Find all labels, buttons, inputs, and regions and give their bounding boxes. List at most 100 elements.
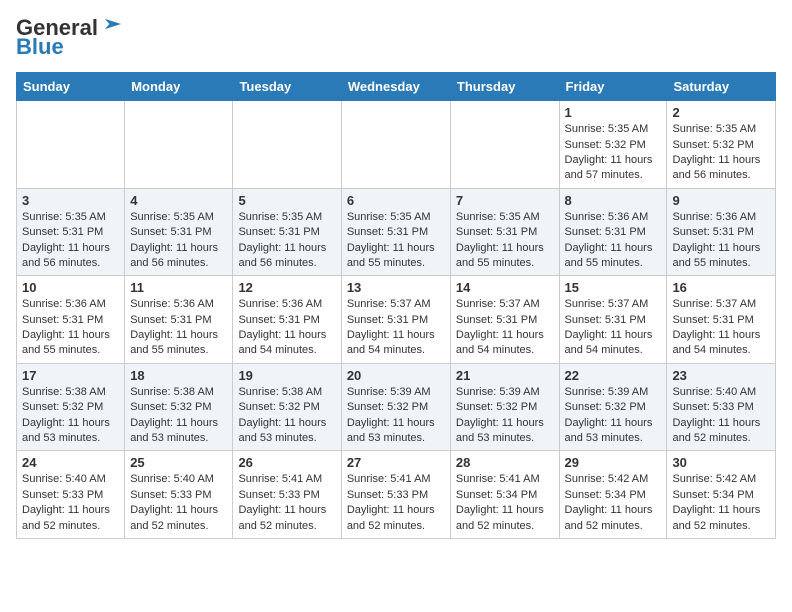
- calendar-cell: 28 Sunrise: 5:41 AM Sunset: 5:34 PM Dayli…: [450, 451, 559, 539]
- calendar-cell: 29Sunrise: 5:42 AM Sunset: 5:34 PM Dayli…: [559, 451, 667, 539]
- calendar-cell: 1 Sunrise: 5:35 AM Sunset: 5:32 PM Daylig…: [559, 101, 667, 189]
- day-number: 15: [565, 280, 662, 295]
- day-number: 5: [238, 193, 335, 208]
- day-number: 23: [672, 368, 770, 383]
- day-number: 13: [347, 280, 445, 295]
- weekday-header-thursday: Thursday: [450, 73, 559, 101]
- day-info: Sunrise: 5:39 AM Sunset: 5:32 PM Dayligh…: [456, 385, 554, 447]
- day-number: 19: [238, 368, 335, 383]
- weekday-header-tuesday: Tuesday: [233, 73, 341, 101]
- calendar-cell: 27 Sunrise: 5:41 AM Sunset: 5:33 PM Dayli…: [341, 451, 450, 539]
- day-info: Sunrise: 5:36 AM Sunset: 5:31 PM Dayligh…: [130, 297, 227, 359]
- day-number: 6: [347, 193, 445, 208]
- calendar-week-4: 17 Sunrise: 5:38 AM Sunset: 5:32 PM Dayli…: [17, 363, 776, 451]
- calendar-week-5: 24 Sunrise: 5:40 AM Sunset: 5:33 PM Dayli…: [17, 451, 776, 539]
- weekday-header-wednesday: Wednesday: [341, 73, 450, 101]
- day-number: 20: [347, 368, 445, 383]
- calendar-cell: 11 Sunrise: 5:36 AM Sunset: 5:31 PM Dayli…: [125, 276, 233, 364]
- day-info: Sunrise: 5:41 AM Sunset: 5:34 PM Dayligh…: [456, 472, 554, 534]
- calendar-cell: 21 Sunrise: 5:39 AM Sunset: 5:32 PM Dayli…: [450, 363, 559, 451]
- calendar-cell: 26 Sunrise: 5:41 AM Sunset: 5:33 PM Dayli…: [233, 451, 341, 539]
- calendar-cell: [17, 101, 125, 189]
- calendar-cell: [341, 101, 450, 189]
- day-number: 22: [565, 368, 662, 383]
- day-info: Sunrise: 5:37 AM Sunset: 5:31 PM Dayligh…: [565, 297, 662, 359]
- day-info: Sunrise: 5:37 AM Sunset: 5:31 PM Dayligh…: [347, 297, 445, 359]
- day-number: 2: [672, 105, 770, 120]
- day-number: 7: [456, 193, 554, 208]
- day-info: Sunrise: 5:40 AM Sunset: 5:33 PM Dayligh…: [672, 385, 770, 447]
- day-info: Sunrise: 5:39 AM Sunset: 5:32 PM Dayligh…: [347, 385, 445, 447]
- day-number: 30: [672, 455, 770, 470]
- day-info: Sunrise: 5:35 AM Sunset: 5:31 PM Dayligh…: [22, 210, 119, 272]
- day-info: Sunrise: 5:38 AM Sunset: 5:32 PM Dayligh…: [238, 385, 335, 447]
- day-number: 11: [130, 280, 227, 295]
- calendar-cell: 13 Sunrise: 5:37 AM Sunset: 5:31 PM Dayli…: [341, 276, 450, 364]
- day-number: 12: [238, 280, 335, 295]
- calendar-cell: 4 Sunrise: 5:35 AM Sunset: 5:31 PM Daylig…: [125, 188, 233, 276]
- day-info: Sunrise: 5:36 AM Sunset: 5:31 PM Dayligh…: [238, 297, 335, 359]
- day-number: 26: [238, 455, 335, 470]
- day-number: 21: [456, 368, 554, 383]
- calendar-cell: 10 Sunrise: 5:36 AM Sunset: 5:31 PM Dayli…: [17, 276, 125, 364]
- day-info: Sunrise: 5:40 AM Sunset: 5:33 PM Dayligh…: [22, 472, 119, 534]
- day-info: Sunrise: 5:35 AM Sunset: 5:31 PM Dayligh…: [238, 210, 335, 272]
- day-info: Sunrise: 5:42 AM Sunset: 5:34 PM Dayligh…: [672, 472, 770, 534]
- day-number: 8: [565, 193, 662, 208]
- day-info: Sunrise: 5:35 AM Sunset: 5:32 PM Dayligh…: [565, 122, 662, 184]
- calendar-cell: 2Sunrise: 5:35 AM Sunset: 5:32 PM Daylig…: [667, 101, 776, 189]
- weekday-header-friday: Friday: [559, 73, 667, 101]
- calendar-cell: 16Sunrise: 5:37 AM Sunset: 5:31 PM Dayli…: [667, 276, 776, 364]
- day-number: 17: [22, 368, 119, 383]
- calendar-cell: 9Sunrise: 5:36 AM Sunset: 5:31 PM Daylig…: [667, 188, 776, 276]
- weekday-header-saturday: Saturday: [667, 73, 776, 101]
- calendar-cell: 6 Sunrise: 5:35 AM Sunset: 5:31 PM Daylig…: [341, 188, 450, 276]
- calendar-cell: 23 Sunrise: 5:40 AM Sunset: 5:33 PM Dayli…: [667, 363, 776, 451]
- day-number: 1: [565, 105, 662, 120]
- day-info: Sunrise: 5:41 AM Sunset: 5:33 PM Dayligh…: [238, 472, 335, 534]
- logo-arrow-icon: [102, 13, 124, 35]
- day-info: Sunrise: 5:41 AM Sunset: 5:33 PM Dayligh…: [347, 472, 445, 534]
- day-info: Sunrise: 5:35 AM Sunset: 5:31 PM Dayligh…: [347, 210, 445, 272]
- day-info: Sunrise: 5:36 AM Sunset: 5:31 PM Dayligh…: [672, 210, 770, 272]
- day-number: 27: [347, 455, 445, 470]
- day-info: Sunrise: 5:39 AM Sunset: 5:32 PM Dayligh…: [565, 385, 662, 447]
- day-number: 28: [456, 455, 554, 470]
- day-number: 3: [22, 193, 119, 208]
- day-info: Sunrise: 5:36 AM Sunset: 5:31 PM Dayligh…: [22, 297, 119, 359]
- calendar-cell: [450, 101, 559, 189]
- logo: General Blue: [16, 16, 124, 60]
- weekday-header-row: SundayMondayTuesdayWednesdayThursdayFrid…: [17, 73, 776, 101]
- day-info: Sunrise: 5:37 AM Sunset: 5:31 PM Dayligh…: [456, 297, 554, 359]
- day-info: Sunrise: 5:38 AM Sunset: 5:32 PM Dayligh…: [22, 385, 119, 447]
- calendar-cell: 3 Sunrise: 5:35 AM Sunset: 5:31 PM Daylig…: [17, 188, 125, 276]
- day-info: Sunrise: 5:35 AM Sunset: 5:31 PM Dayligh…: [130, 210, 227, 272]
- calendar-cell: 19 Sunrise: 5:38 AM Sunset: 5:32 PM Dayli…: [233, 363, 341, 451]
- calendar-week-3: 10 Sunrise: 5:36 AM Sunset: 5:31 PM Dayli…: [17, 276, 776, 364]
- calendar-cell: 14 Sunrise: 5:37 AM Sunset: 5:31 PM Dayli…: [450, 276, 559, 364]
- calendar-week-2: 3 Sunrise: 5:35 AM Sunset: 5:31 PM Daylig…: [17, 188, 776, 276]
- page-header: General Blue: [16, 16, 776, 60]
- calendar-cell: 20 Sunrise: 5:39 AM Sunset: 5:32 PM Dayli…: [341, 363, 450, 451]
- calendar-week-1: 1 Sunrise: 5:35 AM Sunset: 5:32 PM Daylig…: [17, 101, 776, 189]
- day-number: 4: [130, 193, 227, 208]
- day-number: 16: [672, 280, 770, 295]
- calendar-cell: [233, 101, 341, 189]
- day-info: Sunrise: 5:42 AM Sunset: 5:34 PM Dayligh…: [565, 472, 662, 534]
- weekday-header-monday: Monday: [125, 73, 233, 101]
- calendar-cell: 18Sunrise: 5:38 AM Sunset: 5:32 PM Dayli…: [125, 363, 233, 451]
- calendar-cell: 5 Sunrise: 5:35 AM Sunset: 5:31 PM Daylig…: [233, 188, 341, 276]
- day-number: 10: [22, 280, 119, 295]
- calendar-table: SundayMondayTuesdayWednesdayThursdayFrid…: [16, 72, 776, 539]
- calendar-cell: 8Sunrise: 5:36 AM Sunset: 5:31 PM Daylig…: [559, 188, 667, 276]
- day-info: Sunrise: 5:35 AM Sunset: 5:31 PM Dayligh…: [456, 210, 554, 272]
- day-number: 24: [22, 455, 119, 470]
- day-number: 25: [130, 455, 227, 470]
- day-number: 14: [456, 280, 554, 295]
- calendar-cell: 7 Sunrise: 5:35 AM Sunset: 5:31 PM Daylig…: [450, 188, 559, 276]
- calendar-cell: 17 Sunrise: 5:38 AM Sunset: 5:32 PM Dayli…: [17, 363, 125, 451]
- day-info: Sunrise: 5:38 AM Sunset: 5:32 PM Dayligh…: [130, 385, 227, 447]
- calendar-cell: 24 Sunrise: 5:40 AM Sunset: 5:33 PM Dayli…: [17, 451, 125, 539]
- calendar-cell: [125, 101, 233, 189]
- calendar-cell: 22 Sunrise: 5:39 AM Sunset: 5:32 PM Dayli…: [559, 363, 667, 451]
